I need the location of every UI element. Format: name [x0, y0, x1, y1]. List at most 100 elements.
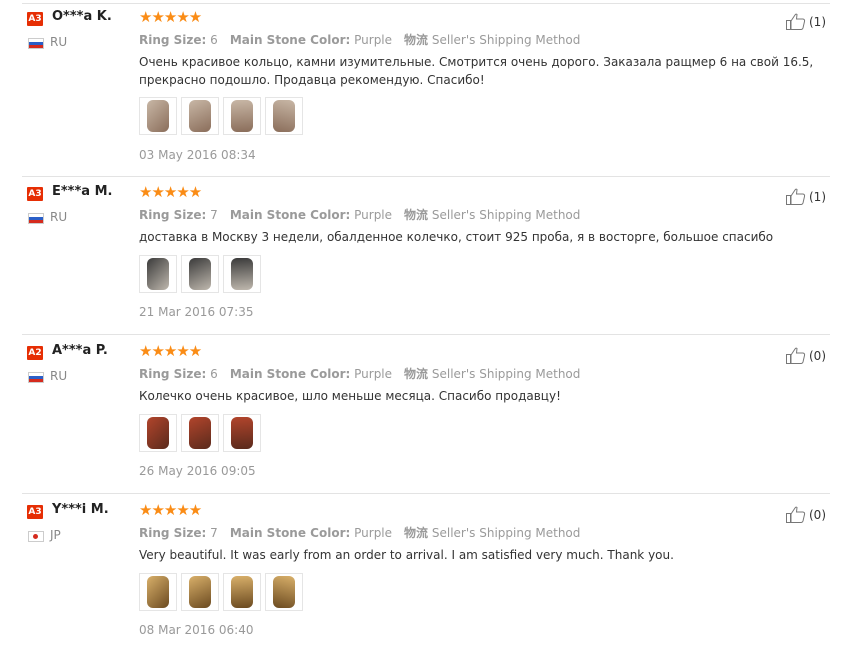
photo-image: [147, 417, 169, 449]
star-icon: ★★★★★: [139, 183, 202, 201]
country-flag-icon: [28, 372, 44, 383]
helpful-count: (0): [809, 348, 826, 363]
photo-image: [189, 576, 211, 608]
photo-image: [231, 576, 253, 608]
review-text: Колечко очень красивое, шло меньше месяц…: [139, 389, 561, 403]
rating-stars: ★★★★★: [139, 8, 202, 26]
ring-size-value: 6: [210, 33, 218, 47]
ring-size-value: 6: [210, 367, 218, 381]
star-icon: ★★★★★: [139, 342, 202, 360]
photo-image: [147, 100, 169, 132]
review-photo-thumbnail[interactable]: [265, 573, 303, 611]
review-photo-thumbnail[interactable]: [223, 97, 261, 135]
review-item: A3 O***a K. RU ★★★★★ Ring Size: 6 Main St…: [0, 0, 854, 162]
thumbs-up-icon: [786, 506, 806, 523]
helpful-button[interactable]: (0): [786, 347, 826, 364]
review-photo-thumbnail[interactable]: [265, 97, 303, 135]
review-photos: [139, 573, 307, 611]
review-photo-thumbnail[interactable]: [139, 414, 177, 452]
thumbs-up-icon: [786, 13, 806, 30]
review-photos: [139, 255, 265, 293]
buyer-level-badge: A3: [27, 12, 43, 26]
shipping-label: 物流: [404, 526, 429, 540]
review-photo-thumbnail[interactable]: [181, 255, 219, 293]
photo-image: [231, 100, 253, 132]
stone-color-value: Purple: [354, 208, 393, 222]
photo-image: [147, 258, 169, 290]
helpful-button[interactable]: (1): [786, 13, 826, 30]
rating-stars: ★★★★★: [139, 342, 202, 360]
rating-stars: ★★★★★: [139, 183, 202, 201]
buyer-country: RU: [50, 210, 68, 224]
review-date: 26 May 2016 09:05: [139, 464, 256, 478]
buyer-level-badge: A2: [27, 346, 43, 360]
review-text: Very beautiful. It was early from an ord…: [139, 548, 674, 562]
review-photo-thumbnail[interactable]: [223, 414, 261, 452]
review-photo-thumbnail[interactable]: [181, 97, 219, 135]
shipping-value: Seller's Shipping Method: [431, 367, 581, 381]
photo-image: [273, 100, 295, 132]
review-photo-thumbnail[interactable]: [139, 97, 177, 135]
country-flag-icon: [28, 531, 44, 542]
thumbs-up-icon: [786, 347, 806, 364]
buyer-name: Y***i M.: [52, 502, 109, 517]
shipping-value: Seller's Shipping Method: [431, 208, 581, 222]
buyer-name: A***a P.: [52, 343, 108, 358]
stone-color-value: Purple: [354, 33, 393, 47]
photo-image: [189, 258, 211, 290]
review-date: 21 Mar 2016 07:35: [139, 305, 254, 319]
buyer-country: JP: [50, 528, 61, 542]
helpful-button[interactable]: (1): [786, 188, 826, 205]
stone-color-label: Main Stone Color:: [229, 208, 351, 222]
review-photo-thumbnail[interactable]: [223, 255, 261, 293]
photo-image: [273, 576, 295, 608]
review-photos: [139, 414, 265, 452]
review-photo-thumbnail[interactable]: [223, 573, 261, 611]
rating-stars: ★★★★★: [139, 502, 202, 519]
order-attributes: Ring Size: 6 Main Stone Color: Purple 物流 S…: [139, 31, 580, 48]
review-item: A3 E***a M. RU ★★★★★ Ring Size: 7 Main St…: [0, 175, 854, 334]
stone-color-label: Main Stone Color:: [229, 526, 351, 540]
order-attributes: Ring Size: 7 Main Stone Color: Purple 物流 S…: [139, 206, 580, 223]
review-photos: [139, 97, 307, 135]
stone-color-label: Main Stone Color:: [229, 367, 351, 381]
shipping-label: 物流: [404, 208, 429, 222]
helpful-count: (1): [809, 14, 826, 29]
review-date: 08 Mar 2016 06:40: [139, 623, 254, 637]
stone-color-value: Purple: [354, 526, 393, 540]
photo-image: [231, 417, 253, 449]
review-text: доставка в Москву 3 недели, обалденное к…: [139, 230, 774, 244]
review-item: A2 A***a P. RU ★★★★★ Ring Size: 6 Main St…: [0, 334, 854, 493]
shipping-value: Seller's Shipping Method: [431, 33, 581, 47]
helpful-count: (0): [809, 507, 826, 522]
review-photo-thumbnail[interactable]: [181, 573, 219, 611]
ring-size-value: 7: [210, 526, 218, 540]
ring-size-label: Ring Size:: [139, 33, 207, 47]
buyer-country: RU: [50, 35, 68, 49]
photo-image: [231, 258, 253, 290]
thumbs-up-icon: [786, 188, 806, 205]
review-photo-thumbnail[interactable]: [181, 414, 219, 452]
review-text: Очень красивое кольцо, камни изумительны…: [139, 55, 814, 87]
photo-image: [147, 576, 169, 608]
buyer-country: RU: [50, 369, 68, 383]
photo-image: [189, 100, 211, 132]
helpful-button[interactable]: (0): [786, 506, 826, 523]
photo-image: [189, 417, 211, 449]
shipping-label: 物流: [404, 33, 429, 47]
buyer-name: E***a M.: [52, 184, 113, 199]
order-attributes: Ring Size: 6 Main Stone Color: Purple 物流 S…: [139, 365, 580, 382]
review-date: 03 May 2016 08:34: [139, 148, 256, 162]
helpful-count: (1): [809, 189, 826, 204]
star-icon: ★★★★★: [139, 8, 202, 26]
ring-size-label: Ring Size:: [139, 208, 207, 222]
order-attributes: Ring Size: 7 Main Stone Color: Purple 物流 S…: [139, 524, 580, 541]
review-item: A3 Y***i M. JP ★★★★★ Ring Size: 7 Main St…: [0, 493, 854, 652]
review-photo-thumbnail[interactable]: [139, 255, 177, 293]
buyer-level-badge: A3: [27, 187, 43, 201]
review-photo-thumbnail[interactable]: [139, 573, 177, 611]
country-flag-icon: [28, 38, 44, 49]
ring-size-label: Ring Size:: [139, 526, 207, 540]
ring-size-label: Ring Size:: [139, 367, 207, 381]
buyer-name: O***a K.: [52, 9, 112, 24]
